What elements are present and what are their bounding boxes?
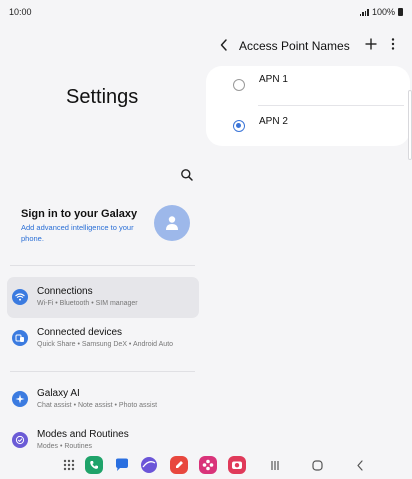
settings-item-label: Galaxy AI <box>37 388 80 399</box>
camera-app-icon[interactable] <box>228 456 246 474</box>
apn-header: Access Point Names <box>206 24 412 66</box>
settings-item-label: Modes and Routines <box>37 429 129 440</box>
back-arrow-icon[interactable] <box>219 38 229 52</box>
account-title: Sign in to your Galaxy <box>21 208 138 220</box>
messages-app-icon[interactable] <box>113 456 131 474</box>
flower-app-icon[interactable] <box>199 456 217 474</box>
settings-item-sub: Modes • Routines <box>37 443 92 450</box>
battery-percent: 100% <box>371 7 395 17</box>
apn-page-title: Access Point Names <box>239 39 350 53</box>
settings-item-sub: Chat assist • Note assist • Photo assist <box>37 402 158 409</box>
internet-app-icon[interactable] <box>140 456 158 474</box>
settings-item-connections[interactable]: Connections Wi-Fi • Bluetooth • SIM mana… <box>7 277 199 318</box>
settings-item-galaxy-ai[interactable]: Galaxy AI Chat assist • Note assist • Ph… <box>7 379 199 420</box>
settings-item-sub: Wi-Fi • Bluetooth • SIM manager <box>37 300 138 307</box>
apps-grid-icon[interactable] <box>60 456 78 474</box>
search-icon[interactable] <box>180 168 194 182</box>
scroll-handle[interactable] <box>408 90 412 160</box>
apn-label: APN 2 <box>259 116 288 127</box>
apn-item-2[interactable]: APN 2 <box>206 106 410 146</box>
person-icon <box>166 216 178 230</box>
add-icon[interactable] <box>365 38 377 50</box>
taskbar <box>0 452 412 479</box>
apn-radio[interactable] <box>233 79 245 91</box>
signal-icon <box>359 8 369 16</box>
notes-app-icon[interactable] <box>170 456 188 474</box>
status-indicators: 100% <box>359 7 403 17</box>
phone-app-icon[interactable] <box>85 456 103 474</box>
settings-item-label: Connected devices <box>37 327 123 338</box>
page-title: Settings <box>66 86 139 108</box>
apn-item-1[interactable]: APN 1 <box>206 66 410 106</box>
apn-radio-selected[interactable] <box>233 120 245 132</box>
apn-list: APN 1 APN 2 <box>206 66 410 146</box>
settings-item-connected-devices[interactable]: Connected devices Quick Share • Samsung … <box>7 318 199 359</box>
avatar[interactable] <box>154 205 190 241</box>
recents-icon[interactable] <box>270 460 280 471</box>
divider <box>10 371 195 372</box>
settings-item-label: Connections <box>37 286 93 297</box>
home-icon[interactable] <box>312 460 323 471</box>
account-subtitle: Add advanced intelligence to your phone. <box>21 223 134 243</box>
battery-icon <box>398 8 403 16</box>
settings-item-sub: Quick Share • Samsung DeX • Android Auto <box>37 341 174 348</box>
devices-icon <box>12 330 28 346</box>
sparkle-icon <box>12 391 28 407</box>
divider <box>10 265 195 266</box>
status-time: 10:00 <box>9 7 32 17</box>
status-bar: 10:00 100% <box>0 0 412 24</box>
apn-label: APN 1 <box>259 74 288 85</box>
wifi-icon <box>12 289 28 305</box>
check-circle-icon <box>12 432 28 448</box>
more-options-icon[interactable] <box>391 38 395 50</box>
settings-pane: Settings Sign in to your Galaxy Add adva… <box>0 24 206 454</box>
back-icon[interactable] <box>356 460 364 471</box>
